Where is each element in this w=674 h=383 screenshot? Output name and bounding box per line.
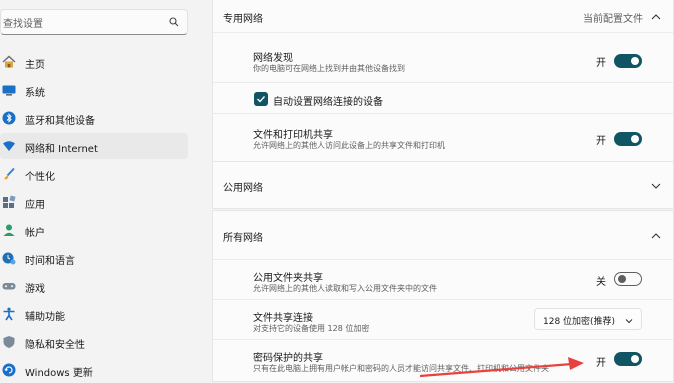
account-icon: [3, 224, 15, 236]
main-content: 专用网络 当前配置文件 网络发现 你的电脑可在网络上找到并由其他设备找到 开 自…: [212, 0, 674, 382]
public-network-card[interactable]: 公用网络: [212, 161, 674, 209]
password-protected-sharing-title: 密码保护的共享: [253, 353, 323, 364]
sidebar-item-bluetooth[interactable]: 蓝牙和其他设备: [0, 105, 188, 131]
file-printer-sharing-title: 文件和打印机共享: [253, 130, 333, 141]
sidebar-item-privacy[interactable]: 隐私和安全性: [0, 329, 188, 355]
toggle-state-label: 开: [596, 136, 606, 147]
sidebar-item-label: 应用: [25, 200, 45, 211]
search-icon[interactable]: [169, 17, 179, 27]
file-sharing-connection-subtitle: 对支持它的设备使用 128 位加密: [253, 324, 370, 333]
brush-icon: [4, 167, 15, 180]
toggle-state-label: 开: [596, 58, 606, 69]
divider: [213, 32, 673, 33]
chevron-down-icon[interactable]: [651, 181, 661, 191]
toggle-state-label: 关: [596, 277, 606, 288]
encryption-select-value: 128 位加密(推荐): [543, 317, 616, 327]
sidebar-item-label: 隐私和安全性: [25, 340, 85, 351]
divider: [213, 339, 673, 340]
sidebar-item-windows-update[interactable]: Windows 更新: [0, 357, 188, 383]
sidebar-item-time-language[interactable]: 时间和语言: [0, 245, 188, 271]
gaming-icon: [2, 283, 16, 290]
password-protected-sharing-toggle[interactable]: [614, 352, 642, 366]
auto-setup-checkbox[interactable]: [254, 92, 268, 106]
sidebar-item-label: 系统: [25, 88, 45, 99]
sidebar-item-apps[interactable]: 应用: [0, 189, 188, 215]
sidebar-item-label: 蓝牙和其他设备: [25, 116, 95, 127]
chevron-up-icon[interactable]: [651, 12, 661, 22]
sidebar-item-label: 个性化: [25, 172, 55, 183]
section-title: 公用网络: [223, 183, 263, 194]
sidebar-item-system[interactable]: 系统: [0, 77, 188, 103]
sidebar-item-label: 帐户: [25, 228, 45, 239]
sidebar-item-accounts[interactable]: 帐户: [0, 217, 188, 243]
accessibility-icon: [3, 307, 15, 321]
chevron-up-icon[interactable]: [651, 231, 661, 241]
chevron-down-icon: [625, 319, 633, 324]
network-discovery-subtitle: 你的电脑可在网络上找到并由其他设备找到: [253, 64, 405, 73]
shield-icon: [3, 336, 15, 348]
sidebar-item-label: 主页: [25, 60, 45, 71]
network-discovery-title: 网络发现: [253, 53, 293, 64]
toggle-state-label: 开: [596, 358, 606, 369]
section-title: 专用网络: [223, 14, 263, 25]
sidebar-item-accessibility[interactable]: 辅助功能: [0, 301, 188, 327]
sidebar-item-network[interactable]: 网络和 Internet: [0, 133, 188, 159]
divider: [213, 82, 673, 83]
sidebar-item-label: 时间和语言: [25, 256, 75, 267]
sidebar-item-personalization[interactable]: 个性化: [0, 161, 188, 187]
sidebar-item-label: 网络和 Internet: [25, 144, 98, 155]
section-title: 所有网络: [223, 233, 263, 244]
sidebar-item-label: 辅助功能: [25, 312, 65, 323]
update-icon: [2, 363, 16, 377]
public-folder-sharing-title: 公用文件夹共享: [253, 273, 323, 284]
private-network-card: 专用网络 当前配置文件 网络发现 你的电脑可在网络上找到并由其他设备找到 开 自…: [212, 0, 674, 164]
public-folder-sharing-toggle[interactable]: [614, 272, 642, 286]
sidebar-item-label: Windows 更新: [25, 368, 93, 379]
file-printer-sharing-subtitle: 允许网络上的其他人访问此设备上的共享文件和打印机: [253, 141, 445, 150]
bluetooth-icon: [2, 111, 16, 125]
checkmark-icon: [257, 96, 266, 103]
divider: [213, 259, 673, 260]
divider: [213, 299, 673, 300]
current-profile-label: 当前配置文件: [583, 14, 643, 25]
file-printer-sharing-toggle[interactable]: [614, 132, 642, 146]
apps-icon: [3, 195, 16, 208]
file-sharing-connection-title: 文件共享连接: [253, 313, 313, 324]
network-icon: [3, 141, 15, 151]
encryption-select[interactable]: 128 位加密(推荐): [534, 308, 642, 330]
search-input[interactable]: 查找设置: [3, 15, 43, 30]
system-icon: [2, 85, 16, 96]
sidebar-item-home[interactable]: 主页: [0, 49, 188, 75]
time-language-icon: [2, 252, 16, 265]
search-box[interactable]: 查找设置: [0, 9, 188, 35]
annotation-arrow: [419, 357, 584, 378]
auto-setup-label[interactable]: 自动设置网络连接的设备: [273, 93, 383, 108]
sidebar-item-gaming[interactable]: 游戏: [0, 273, 188, 299]
divider: [213, 113, 673, 114]
network-discovery-toggle[interactable]: [614, 54, 642, 68]
sidebar-item-label: 游戏: [25, 284, 45, 295]
public-folder-sharing-subtitle: 允许网络上的其他人读取和写入公用文件夹中的文件: [253, 284, 437, 293]
home-icon: [2, 55, 16, 68]
sidebar: 查找设置 主页 系统 蓝牙和其他设备 网络和 Internet 个性化 应用 帐…: [0, 0, 200, 379]
